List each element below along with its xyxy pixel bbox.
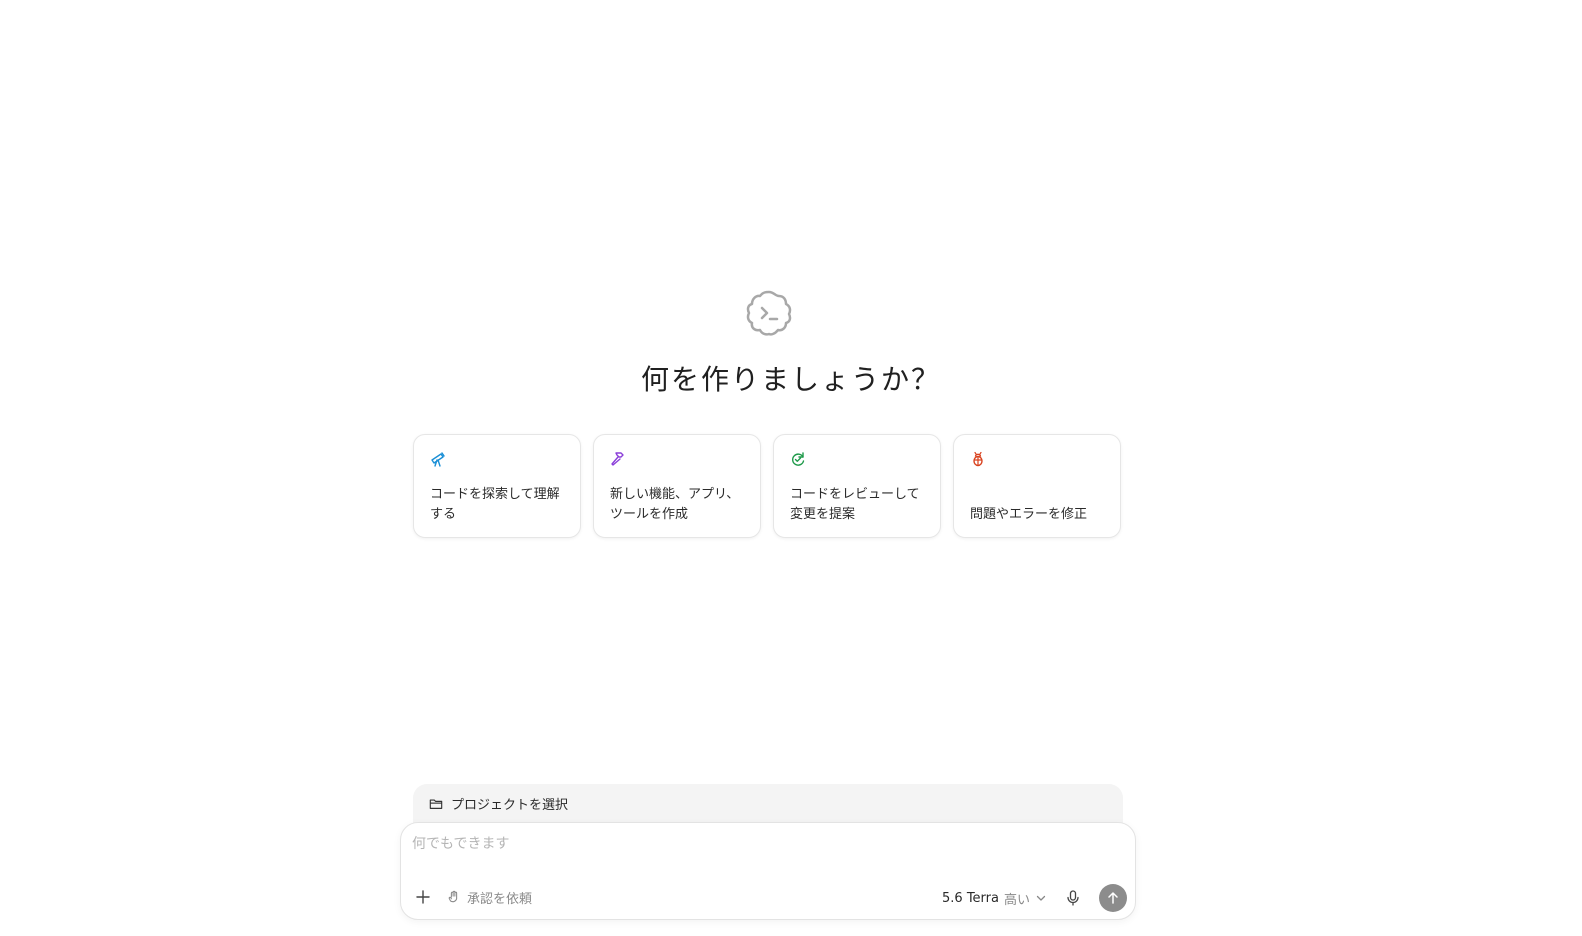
- review-icon: [792, 452, 805, 466]
- hand-icon: [448, 890, 458, 903]
- suggestion-card-explore[interactable]: コードを探索して理解する: [413, 434, 581, 538]
- chevron-down-icon: [1036, 895, 1046, 901]
- telescope-icon: [431, 452, 445, 467]
- page-title: 何を作りましょうか？: [640, 363, 941, 396]
- suggestion-card-fix[interactable]: 問題やエラーを修正: [953, 434, 1121, 538]
- microphone-icon: [1067, 890, 1079, 906]
- suggestion-cards: コードを探索して理解する 新しい機能、アプリ、ツールを作成 コードをレビューして…: [413, 434, 1121, 538]
- add-attachment-button[interactable]: [413, 887, 433, 907]
- select-project-button[interactable]: プロジェクトを選択: [429, 794, 568, 813]
- suggestion-card-build[interactable]: 新しい機能、アプリ、ツールを作成: [593, 434, 761, 538]
- suggestion-card-review[interactable]: コードをレビューして変更を提案: [773, 434, 941, 538]
- folder-icon: [429, 798, 443, 809]
- model-effort: 高い: [1003, 892, 1030, 908]
- bug-icon: [973, 451, 983, 467]
- prompt-input[interactable]: [412, 833, 1112, 855]
- composer-toolbar-right: 5.6 Terra 高い: [942, 884, 1127, 912]
- suggestion-label: コードを探索して理解する: [430, 487, 560, 522]
- suggestion-label: 問題やエラーを修正: [970, 507, 1088, 522]
- request-approval-label: 承認を依頼: [467, 891, 533, 907]
- hammer-icon: [611, 452, 624, 466]
- send-button[interactable]: [1099, 884, 1127, 912]
- arrow-up-icon: [1108, 892, 1118, 904]
- model-selector[interactable]: 5.6 Terra 高い: [942, 889, 1047, 908]
- composer-toolbar-left: 承認を依頼: [413, 887, 532, 907]
- suggestion-label: コードをレビューして変更を提案: [790, 487, 920, 522]
- model-name: 5.6 Terra: [942, 890, 999, 906]
- composer: 承認を依頼 5.6 Terra 高い: [400, 822, 1136, 920]
- plus-icon: [416, 890, 430, 904]
- suggestion-label: 新しい機能、アプリ、ツールを作成: [610, 487, 740, 522]
- terminal-cloud-icon: [746, 290, 792, 336]
- select-project-label: プロジェクトを選択: [451, 798, 569, 813]
- main-page: 何を作りましょうか？ コードを探索して理解する 新しい機能、アプリ、ツールを作成: [0, 0, 1582, 936]
- voice-input-button[interactable]: [1063, 888, 1083, 908]
- request-approval-button[interactable]: 承認を依頼: [447, 888, 532, 907]
